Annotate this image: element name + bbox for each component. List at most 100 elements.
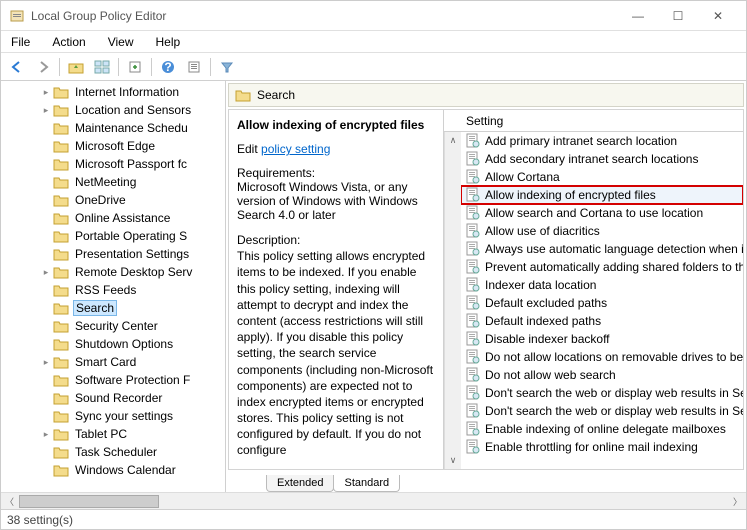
policy-icon	[465, 313, 481, 329]
tree-item[interactable]: Online Assistance	[1, 209, 225, 227]
folder-icon	[53, 193, 69, 207]
titlebar: Local Group Policy Editor — ☐ ✕	[1, 1, 746, 31]
menubar: File Action View Help	[1, 31, 746, 53]
policy-icon	[465, 277, 481, 293]
tree-item-label: Online Assistance	[73, 211, 172, 225]
scroll-thumb[interactable]	[19, 495, 159, 508]
policy-icon	[465, 295, 481, 311]
list-item[interactable]: Always use automatic language detection …	[461, 240, 743, 258]
tree-item[interactable]: ▸Internet Information	[1, 83, 225, 101]
tree-item[interactable]: Presentation Settings	[1, 245, 225, 263]
tree-item[interactable]: Portable Operating S	[1, 227, 225, 245]
chevron-right-icon[interactable]: ▸	[41, 357, 51, 368]
tab-extended[interactable]: Extended	[266, 475, 334, 492]
scroll-up-icon[interactable]: ∧	[445, 132, 461, 149]
tree-item[interactable]: Microsoft Passport fc	[1, 155, 225, 173]
list-item[interactable]: Do not allow web search	[461, 366, 743, 384]
tree-item-label: Smart Card	[73, 355, 138, 369]
tree-item[interactable]: Task Scheduler	[1, 443, 225, 461]
folder-icon	[235, 88, 251, 102]
scroll-right-icon[interactable]: 〉	[729, 493, 746, 509]
close-button[interactable]: ✕	[698, 2, 738, 30]
list-item-label: Disable indexer backoff	[485, 332, 610, 346]
menu-file[interactable]: File	[7, 33, 34, 51]
scroll-left-icon[interactable]: 〈	[1, 493, 18, 509]
tree-item[interactable]: ▸Location and Sensors	[1, 101, 225, 119]
back-button[interactable]	[5, 56, 29, 78]
list-item[interactable]: Enable indexing of online delegate mailb…	[461, 420, 743, 438]
list-item[interactable]: Add primary intranet search location	[461, 132, 743, 150]
list-item-label: Don't search the web or display web resu…	[485, 404, 743, 418]
tree-item[interactable]: OneDrive	[1, 191, 225, 209]
filter-icon[interactable]	[215, 56, 239, 78]
maximize-button[interactable]: ☐	[658, 2, 698, 30]
list-item-label: Default indexed paths	[485, 314, 601, 328]
list-item[interactable]: Allow use of diacritics	[461, 222, 743, 240]
list-item[interactable]: Allow search and Cortana to use location	[461, 204, 743, 222]
folder-icon	[53, 121, 69, 135]
policy-icon	[465, 403, 481, 419]
tree-item-label: Portable Operating S	[73, 229, 189, 243]
tree-item-label: Microsoft Edge	[73, 139, 157, 153]
tree-item[interactable]: Microsoft Edge	[1, 137, 225, 155]
view-options-icon[interactable]	[90, 56, 114, 78]
tree-pane[interactable]: ▸Internet Information ▸Location and Sens…	[1, 81, 226, 492]
tree-item[interactable]: RSS Feeds	[1, 281, 225, 299]
forward-button[interactable]	[31, 56, 55, 78]
tree-item-label: Shutdown Options	[73, 337, 175, 351]
policy-icon	[465, 439, 481, 455]
list-item[interactable]: Don't search the web or display web resu…	[461, 402, 743, 420]
list-item-label: Do not allow locations on removable driv…	[485, 350, 743, 364]
tree-item[interactable]: Sound Recorder	[1, 389, 225, 407]
tree-item[interactable]: NetMeeting	[1, 173, 225, 191]
horizontal-scrollbar[interactable]: 〈 〉	[1, 492, 746, 509]
export-icon[interactable]	[123, 56, 147, 78]
list-item-label: Allow Cortana	[485, 170, 560, 184]
list-item[interactable]: Do not allow locations on removable driv…	[461, 348, 743, 366]
tree-item-label: Sync your settings	[73, 409, 175, 423]
minimize-button[interactable]: —	[618, 2, 658, 30]
folder-icon	[53, 265, 69, 279]
tree-item[interactable]: ▸Tablet PC	[1, 425, 225, 443]
chevron-right-icon[interactable]: ▸	[41, 105, 51, 116]
tab-standard[interactable]: Standard	[333, 475, 400, 492]
list-left-scroll[interactable]: ∧ ∨	[444, 132, 461, 469]
folder-icon	[53, 427, 69, 441]
list-item[interactable]: Default excluded paths	[461, 294, 743, 312]
tree-item[interactable]: Maintenance Schedu	[1, 119, 225, 137]
chevron-right-icon[interactable]: ▸	[41, 429, 51, 440]
list-item[interactable]: Disable indexer backoff	[461, 330, 743, 348]
chevron-right-icon[interactable]: ▸	[41, 267, 51, 278]
list-item-label: Prevent automatically adding shared fold…	[485, 260, 743, 274]
tree-item[interactable]: Search	[1, 299, 225, 317]
list-item[interactable]: Prevent automatically adding shared fold…	[461, 258, 743, 276]
folder-up-icon[interactable]	[64, 56, 88, 78]
tree-item[interactable]: Security Center	[1, 317, 225, 335]
tree-item[interactable]: ▸ Smart Card	[1, 353, 225, 371]
list-item[interactable]: Don't search the web or display web resu…	[461, 384, 743, 402]
right-pane: Search Allow indexing of encrypted files…	[226, 81, 746, 492]
folder-icon	[53, 229, 69, 243]
help-icon[interactable]: ?	[156, 56, 180, 78]
chevron-right-icon[interactable]: ▸	[41, 87, 51, 98]
tree-item[interactable]: Software Protection F	[1, 371, 225, 389]
scroll-down-icon[interactable]: ∨	[445, 452, 461, 469]
menu-help[interactable]: Help	[152, 33, 185, 51]
list-item[interactable]: Indexer data location	[461, 276, 743, 294]
menu-view[interactable]: View	[104, 33, 138, 51]
list-item[interactable]: Allow Cortana	[461, 168, 743, 186]
menu-action[interactable]: Action	[48, 33, 89, 51]
list-header[interactable]: Setting	[444, 110, 743, 132]
list-item[interactable]: Enable throttling for online mail indexi…	[461, 438, 743, 456]
list-item[interactable]: Default indexed paths	[461, 312, 743, 330]
list-item[interactable]: Add secondary intranet search locations	[461, 150, 743, 168]
edit-policy-link[interactable]: policy setting	[261, 142, 330, 156]
tree-item[interactable]: ▸Remote Desktop Serv	[1, 263, 225, 281]
app-icon	[9, 8, 25, 24]
properties-icon[interactable]	[182, 56, 206, 78]
list-item[interactable]: Allow indexing of encrypted files	[461, 186, 743, 204]
folder-icon	[53, 85, 69, 99]
tree-item[interactable]: Shutdown Options	[1, 335, 225, 353]
tree-item[interactable]: Windows Calendar	[1, 461, 225, 479]
tree-item[interactable]: Sync your settings	[1, 407, 225, 425]
